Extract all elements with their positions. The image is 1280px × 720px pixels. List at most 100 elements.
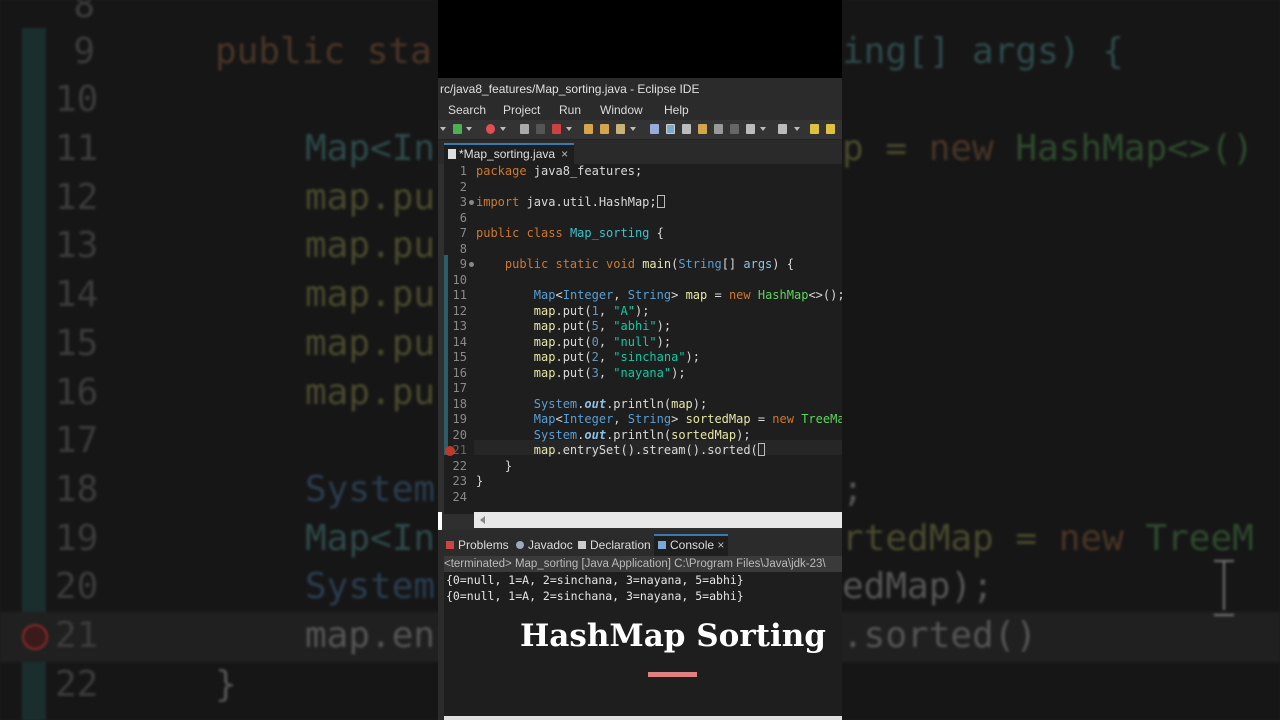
declaration-icon — [578, 541, 586, 549]
toolbar — [438, 120, 842, 140]
video-caption-title: HashMap Sorting — [520, 618, 826, 654]
code-line-current: 21 map.entrySet().stream().sorted( — [444, 443, 842, 459]
search-icon[interactable] — [650, 124, 659, 134]
terminate-icon[interactable] — [552, 124, 561, 134]
console-line: {0=null, 1=A, 2=sinchana, 3=nayana, 5=ab… — [446, 589, 744, 603]
code-line: 18 System.out.println(map); — [452, 396, 708, 411]
next-annotation-icon[interactable] — [746, 124, 755, 134]
code-line: 17 — [452, 381, 467, 395]
console-icon — [658, 541, 666, 549]
code-line: 15 map.put(2, "sinchana"); — [452, 350, 700, 364]
console-status: <terminated> Map_sorting [Java Applicati… — [444, 556, 842, 572]
code-editor[interactable]: 1 package java8_features; 2 3 import java.… — [444, 164, 842, 514]
window-title: rc/java8_features/Map_sorting.java - Ecl… — [438, 78, 842, 100]
disconnect-icon — [536, 124, 545, 134]
editor-tab-label: *Map_sorting.java — [459, 147, 556, 161]
dropdown-arrow-icon[interactable] — [466, 127, 472, 131]
bg-line-number: 10 — [55, 79, 99, 120]
forward-arrow-icon[interactable] — [826, 124, 835, 134]
toggle-mark-icon[interactable] — [666, 124, 675, 134]
pane-sash[interactable] — [438, 512, 442, 530]
bg-line-number: 22 — [55, 664, 99, 705]
close-icon[interactable]: × — [561, 147, 568, 161]
bg-code-fragment: p = new HashMap<>() — [842, 128, 1254, 169]
fold-icon[interactable] — [469, 200, 474, 205]
bg-code-line: map.pu — [305, 372, 436, 413]
code-line: 10 — [452, 272, 467, 287]
menu-help[interactable]: Help — [664, 100, 689, 120]
eclipse-window: rc/java8_features/Map_sorting.java - Ecl… — [438, 0, 842, 720]
bg-text-cursor-icon — [1212, 560, 1236, 616]
menu-run[interactable]: Run — [559, 100, 581, 120]
code-line: 6 — [459, 210, 467, 225]
menu-search[interactable]: Search — [448, 100, 486, 120]
tab-declaration[interactable]: Declaration — [578, 534, 651, 556]
code-line: 23} — [452, 474, 484, 488]
code-line: 16 map.put(3, "nayana"); — [452, 365, 686, 380]
open-type-icon[interactable] — [600, 124, 609, 134]
menu-project[interactable]: Project — [503, 100, 540, 120]
close-icon[interactable]: × — [717, 538, 724, 552]
editor-tab-map-sorting[interactable]: *Map_sorting.java × — [444, 143, 574, 164]
code-line: 11 Map<Integer, String> map = new HashMa… — [452, 288, 842, 302]
new-icon[interactable] — [453, 124, 462, 134]
collapsed-imports-icon[interactable] — [656, 195, 665, 208]
bg-code-line: public sta — [215, 31, 432, 72]
tab-problems[interactable]: Problems — [446, 534, 509, 556]
tab-javadoc[interactable]: Javadoc — [516, 534, 573, 556]
dropdown-arrow-icon[interactable] — [500, 127, 506, 131]
bg-code-fragment: ing[] args) { — [842, 31, 1124, 72]
bg-line-number: 21 — [55, 615, 99, 656]
link-icon[interactable] — [682, 124, 691, 134]
back-arrow-icon[interactable] — [810, 124, 819, 134]
menu-bar: Search Project Run Window Help — [438, 100, 842, 120]
bg-code-line: Map<In — [305, 128, 436, 169]
bg-line-number: 14 — [55, 274, 99, 315]
caption-underline — [648, 672, 697, 677]
problems-icon — [446, 541, 454, 549]
top-letterbox — [438, 0, 842, 78]
open-folder-icon[interactable] — [584, 124, 593, 134]
bg-line-number: 18 — [55, 469, 99, 510]
code-line: 14 map.put(0, "null"); — [452, 334, 672, 349]
menu-window[interactable]: Window — [600, 100, 643, 120]
fold-icon[interactable] — [469, 262, 474, 267]
bg-line-number: 19 — [55, 518, 99, 559]
bg-line-number: 17 — [55, 420, 99, 461]
bg-error-icon — [22, 624, 48, 650]
code-line: 1 package java8_features; — [459, 164, 643, 178]
dropdown-arrow-icon[interactable] — [794, 127, 800, 131]
console-line: {0=null, 1=A, 2=sinchana, 3=nayana, 5=ab… — [446, 573, 744, 587]
stop-icon[interactable] — [520, 124, 529, 134]
dropdown-arrow-icon[interactable] — [566, 127, 572, 131]
code-line: 13 map.put(5, "abhi"); — [452, 319, 672, 333]
dropdown-arrow-icon[interactable] — [630, 127, 636, 131]
debug-icon[interactable] — [486, 124, 495, 134]
bg-code-fragment: ; — [842, 469, 864, 510]
bg-line-number: 9 — [73, 31, 95, 72]
code-line: 20 System.out.println(sortedMap); — [452, 427, 751, 442]
code-line: 2 — [459, 179, 467, 194]
horizontal-scrollbar[interactable] — [474, 512, 842, 528]
annotation-icon[interactable] — [698, 124, 707, 134]
prev-annotation-icon[interactable] — [778, 124, 787, 134]
editor-tab-row: *Map_sorting.java × — [438, 140, 842, 164]
text-caret — [757, 443, 765, 456]
tab-console[interactable]: Console × — [654, 534, 729, 556]
dropdown-arrow-icon[interactable] — [440, 127, 446, 131]
show-whitespace-icon[interactable] — [730, 124, 739, 134]
panel-tab-row: Problems Javadoc Declaration Console × — [444, 534, 842, 556]
javadoc-icon — [516, 541, 524, 549]
dropdown-arrow-icon[interactable] — [760, 127, 766, 131]
pen-icon[interactable] — [616, 124, 625, 134]
code-line: 22 } — [452, 458, 513, 473]
bg-line-number: 12 — [55, 177, 99, 218]
bg-code-line: } — [215, 664, 237, 705]
scroll-left-icon[interactable] — [480, 516, 485, 524]
bg-line-number: 11 — [55, 128, 99, 169]
bg-line-number: 13 — [55, 225, 99, 266]
block-select-icon[interactable] — [714, 124, 723, 134]
bg-code-line: map.pu — [305, 225, 436, 266]
bg-code-line: map.pu — [305, 274, 436, 315]
code-line: 9 public static void main(String[] args)… — [459, 257, 794, 271]
